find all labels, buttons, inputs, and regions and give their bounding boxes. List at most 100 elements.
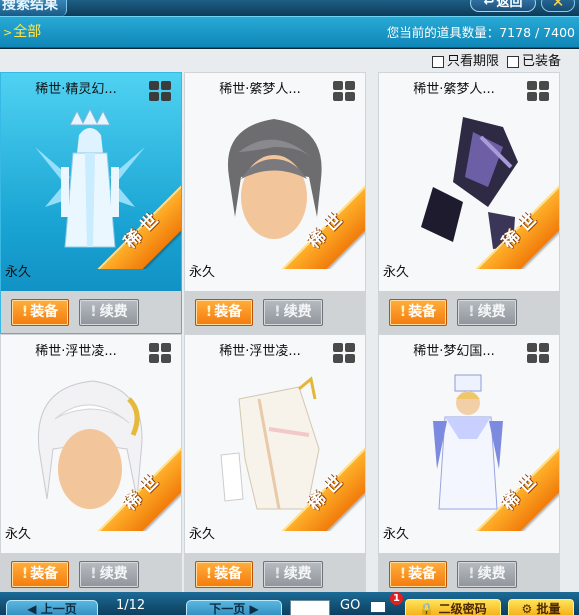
gear-icon: ⚙ [521, 602, 533, 615]
exclamation-icon: ! [90, 304, 97, 320]
view-toggle-icon[interactable] [149, 81, 171, 101]
card-actions: ! 装备 ! 续费 [1, 553, 181, 595]
window-title: 搜索结果 [0, 0, 67, 16]
equip-button[interactable]: ! 装备 [195, 299, 253, 326]
item-name: 稀世·浮世凌... [35, 344, 117, 359]
card-actions: ! 装备 ! 续费 [185, 553, 365, 595]
equip-button[interactable]: ! 装备 [195, 561, 253, 588]
equip-label: 装备 [214, 566, 243, 582]
back-button[interactable]: ↩ 返回 [470, 0, 536, 12]
mail-icon[interactable] [370, 601, 386, 613]
item-card[interactable]: 稀世·梦幻国... 稀世 永久 ! 装备 ! 续费 [378, 334, 560, 596]
exclamation-icon: ! [468, 304, 475, 320]
prev-page-label: 上一页 [40, 602, 77, 615]
tab-arrow-icon: > [3, 26, 13, 39]
lock-icon: 🔒 [419, 602, 435, 615]
batch-button[interactable]: ⚙ 批量 [508, 599, 574, 615]
item-duration: 永久 [383, 265, 410, 280]
tab-all[interactable]: >全部 [3, 23, 41, 42]
item-count-label: 您当前的道具数量： [386, 25, 500, 40]
renew-label: 续费 [283, 566, 312, 582]
item-duration: 永久 [383, 527, 410, 542]
view-toggle-icon[interactable] [149, 343, 171, 363]
renew-button[interactable]: ! 续费 [457, 299, 517, 326]
item-name: 稀世·浮世凌... [219, 344, 301, 359]
rare-ribbon: 稀世 [85, 437, 181, 531]
item-duration: 永久 [189, 265, 216, 280]
item-count-value: 7178 / 7400 [499, 25, 575, 40]
item-name: 稀世·精灵幻... [35, 82, 117, 97]
mail-badge: 1 [390, 592, 403, 605]
page-indicator: 1/12 [116, 598, 146, 613]
card-actions: ! 装备 ! 续费 [185, 291, 365, 333]
card-actions: ! 装备 ! 续费 [379, 553, 559, 595]
renew-button[interactable]: ! 续费 [79, 299, 139, 326]
prev-page-button[interactable]: ◀ 上一页 [6, 600, 98, 615]
exclamation-icon: ! [90, 566, 97, 582]
checkbox-equipped[interactable] [506, 56, 519, 68]
exclamation-icon: ! [274, 566, 281, 582]
back-arrow-icon: ↩ [483, 0, 495, 10]
exclamation-icon: ! [399, 566, 407, 582]
filter-equipped[interactable]: 已装备 [506, 54, 561, 70]
secondary-password-button[interactable]: 🔒 二级密码 [405, 599, 501, 615]
item-name: 稀世·綮梦人... [219, 82, 301, 97]
equip-button[interactable]: ! 装备 [11, 561, 69, 588]
filter-timed-only[interactable]: 只看期限 [431, 54, 499, 70]
renew-button[interactable]: ! 续费 [263, 299, 323, 326]
renew-button[interactable]: ! 续费 [79, 561, 139, 588]
item-card[interactable]: 稀世·浮世凌... 稀世 永久 ! 装备 ! 续费 [184, 334, 366, 596]
renew-label: 续费 [477, 304, 506, 320]
prev-arrow-icon: ◀ [27, 602, 37, 615]
renew-label: 续费 [99, 304, 128, 320]
back-label: 返回 [496, 0, 523, 10]
close-button[interactable]: ✕ [541, 0, 575, 12]
equip-label: 装备 [408, 566, 437, 582]
view-toggle-icon[interactable] [527, 343, 549, 363]
item-card[interactable]: 稀世·浮世凌... 稀世 永久 ! 装备 ! 续费 [0, 334, 182, 596]
page-input[interactable] [290, 600, 330, 615]
equip-button[interactable]: ! 装备 [11, 299, 69, 326]
item-duration: 永久 [5, 527, 32, 542]
exclamation-icon: ! [21, 304, 29, 320]
equip-button[interactable]: ! 装备 [389, 561, 447, 588]
item-count: 您当前的道具数量：7178 / 7400 [387, 24, 575, 42]
card-actions: ! 装备 ! 续费 [1, 291, 181, 333]
view-toggle-icon[interactable] [333, 81, 355, 101]
item-card[interactable]: 稀世·綮梦人... 稀世 永久 ! 装备 ! 续费 [184, 72, 366, 334]
equip-label: 装备 [214, 304, 243, 320]
view-toggle-icon[interactable] [527, 81, 549, 101]
next-page-label: 下一页 [209, 602, 246, 615]
rare-ribbon: 稀世 [269, 437, 365, 531]
tab-all-label: 全部 [13, 24, 42, 40]
filter-equipped-label: 已装备 [521, 54, 561, 69]
checkbox-timed-only[interactable] [431, 56, 444, 68]
view-toggle-icon[interactable] [333, 343, 355, 363]
item-card[interactable]: 稀世·精灵幻... 稀世 永久 ! 装备 ! 续费 [0, 72, 182, 334]
next-page-button[interactable]: 下一页 ▶ [186, 600, 282, 615]
rare-ribbon: 稀世 [463, 175, 559, 269]
rare-ribbon: 稀世 [463, 437, 559, 531]
header-bar: >全部 您当前的道具数量：7178 / 7400 [0, 16, 579, 48]
batch-label: 批量 [536, 602, 561, 615]
card-actions: ! 装备 ! 续费 [379, 291, 559, 333]
equip-button[interactable]: ! 装备 [389, 299, 447, 326]
exclamation-icon: ! [468, 566, 475, 582]
equip-label: 装备 [30, 304, 59, 320]
renew-button[interactable]: ! 续费 [263, 561, 323, 588]
renew-label: 续费 [477, 566, 506, 582]
rare-ribbon: 稀世 [269, 175, 365, 269]
item-card[interactable]: 稀世·綮梦人... 稀世 永久 ! 装备 ! 续费 [378, 72, 560, 334]
bottom-bar: ◀ 上一页 1/12 下一页 ▶ GO 1 🔒 二级密码 ⚙ 批量 [0, 592, 579, 615]
filter-timed-only-label: 只看期限 [446, 54, 499, 69]
exclamation-icon: ! [399, 304, 407, 320]
filter-row: 只看期限 已装备 [431, 54, 561, 70]
renew-button[interactable]: ! 续费 [457, 561, 517, 588]
rare-ribbon: 稀世 [85, 175, 181, 269]
exclamation-icon: ! [205, 304, 213, 320]
exclamation-icon: ! [21, 566, 29, 582]
next-arrow-icon: ▶ [249, 602, 259, 615]
equip-label: 装备 [408, 304, 437, 320]
go-button[interactable]: GO [340, 598, 360, 613]
renew-label: 续费 [283, 304, 312, 320]
